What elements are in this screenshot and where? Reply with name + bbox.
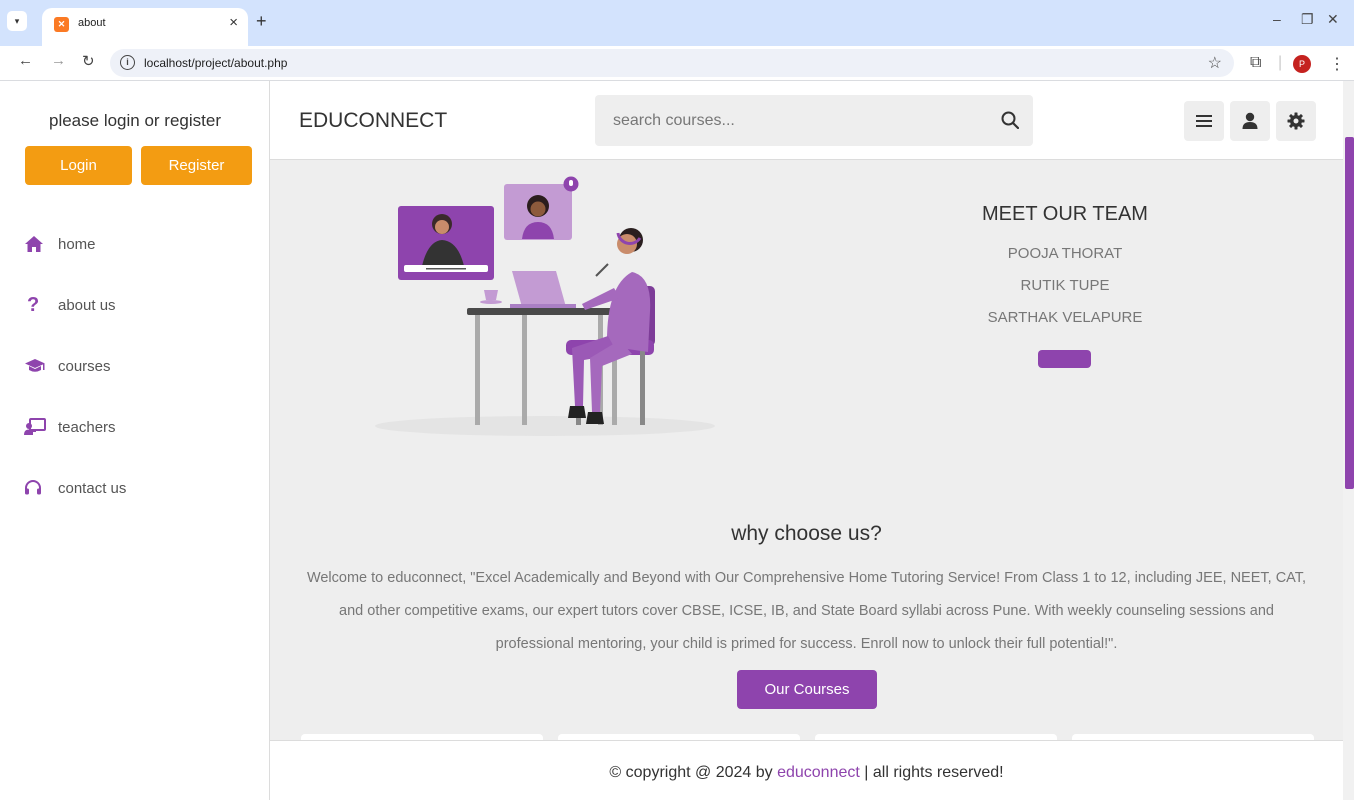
sidebar-item-contact-us[interactable]: contact us bbox=[24, 473, 126, 503]
bookmark-star-icon[interactable]: ☆ bbox=[1208, 53, 1222, 73]
user-button[interactable] bbox=[1230, 101, 1270, 141]
sidebar-item-label: home bbox=[58, 235, 96, 253]
why-choose-us-heading: why choose us? bbox=[731, 522, 882, 545]
footer-rights: | all rights reserved! bbox=[859, 764, 1004, 781]
team-button[interactable] bbox=[1038, 350, 1091, 368]
chalkboard-teacher-icon bbox=[24, 418, 58, 436]
url-text[interactable]: localhost/project/about.php bbox=[144, 56, 287, 70]
browser-toolbar: ← → ↻ i localhost/project/about.php ☆ ⧉ … bbox=[0, 46, 1354, 81]
back-icon[interactable]: ← bbox=[18, 52, 33, 69]
menu-icon bbox=[1196, 115, 1212, 127]
team-title: MEET OUR TEAM bbox=[982, 203, 1148, 225]
minimize-button[interactable]: – bbox=[1273, 11, 1281, 27]
sidebar-item-teachers[interactable]: teachers bbox=[24, 412, 116, 442]
sidebar-item-courses[interactable]: courses bbox=[24, 351, 111, 381]
browser-menu-icon[interactable]: ⋮ bbox=[1329, 54, 1345, 74]
home-icon bbox=[24, 235, 58, 253]
gear-icon bbox=[1287, 112, 1305, 130]
xampp-favicon-icon: ✕ bbox=[54, 17, 69, 32]
headset-icon bbox=[24, 479, 58, 497]
sidebar-item-about-us[interactable]: ? about us bbox=[24, 290, 116, 320]
online-learning-illustration bbox=[375, 176, 715, 436]
login-button[interactable]: Login bbox=[25, 146, 132, 185]
restore-button[interactable]: ❐ bbox=[1301, 11, 1314, 28]
address-bar[interactable]: i localhost/project/about.php ☆ bbox=[110, 49, 1234, 77]
sidebar-item-label: teachers bbox=[58, 418, 116, 436]
our-courses-button[interactable]: Our Courses bbox=[737, 670, 877, 709]
footer-copyright: © copyright @ 2024 by bbox=[609, 764, 778, 781]
site-info-icon[interactable]: i bbox=[120, 55, 135, 70]
menu-button[interactable] bbox=[1184, 101, 1224, 141]
sidebar-item-label: contact us bbox=[58, 479, 127, 497]
sidebar-item-label: courses bbox=[58, 357, 111, 375]
tab-search-button[interactable]: ▾ bbox=[7, 11, 27, 31]
sidebar-item-label: about us bbox=[58, 296, 116, 314]
tab-title: about bbox=[78, 17, 106, 29]
search-input[interactable] bbox=[595, 95, 975, 146]
site-header: EDUCONNECT bbox=[270, 81, 1343, 160]
browser-tab-bar: ▾ ✕ about × + – ❐ ✕ bbox=[0, 0, 1354, 46]
tab-close-button[interactable]: × bbox=[229, 14, 238, 31]
team-member: SARTHAK VELAPURE bbox=[987, 309, 1143, 326]
graduation-cap-icon bbox=[24, 358, 58, 374]
user-icon bbox=[1242, 112, 1258, 129]
site-logo[interactable]: EDUCONNECT bbox=[299, 109, 447, 133]
window-close-button[interactable]: ✕ bbox=[1327, 11, 1339, 28]
about-section: MEET OUR TEAM POOJA THORAT RUTIK TUPE SA… bbox=[270, 160, 1343, 740]
sidebar-item-home[interactable]: home bbox=[24, 229, 96, 259]
register-button[interactable]: Register bbox=[141, 146, 252, 185]
page-scrollbar-thumb[interactable] bbox=[1345, 137, 1354, 489]
footer-brand-link[interactable]: educonnect bbox=[777, 764, 860, 781]
sidebar: please login or register Login Register … bbox=[0, 81, 270, 800]
team-member: RUTIK TUPE bbox=[1020, 277, 1110, 294]
reload-icon[interactable]: ↻ bbox=[82, 52, 95, 70]
why-choose-us-text: Welcome to educonnect, "Excel Academical… bbox=[306, 570, 1307, 652]
question-icon: ? bbox=[27, 293, 40, 316]
forward-icon[interactable]: → bbox=[51, 52, 66, 69]
search-box bbox=[595, 95, 1033, 146]
theme-toggle-button[interactable] bbox=[1276, 101, 1316, 141]
search-icon[interactable] bbox=[1001, 111, 1020, 134]
site-footer: © copyright @ 2024 by educonnect | all r… bbox=[270, 740, 1343, 800]
new-tab-button[interactable]: + bbox=[256, 11, 267, 32]
browser-tab-about[interactable]: ✕ about × bbox=[42, 8, 248, 46]
login-prompt: please login or register bbox=[49, 111, 221, 130]
team-member: POOJA THORAT bbox=[1007, 245, 1123, 262]
profile-avatar[interactable]: P bbox=[1293, 55, 1311, 73]
extensions-icon[interactable]: ⧉ bbox=[1250, 54, 1261, 72]
toolbar-divider: | bbox=[1278, 54, 1283, 71]
